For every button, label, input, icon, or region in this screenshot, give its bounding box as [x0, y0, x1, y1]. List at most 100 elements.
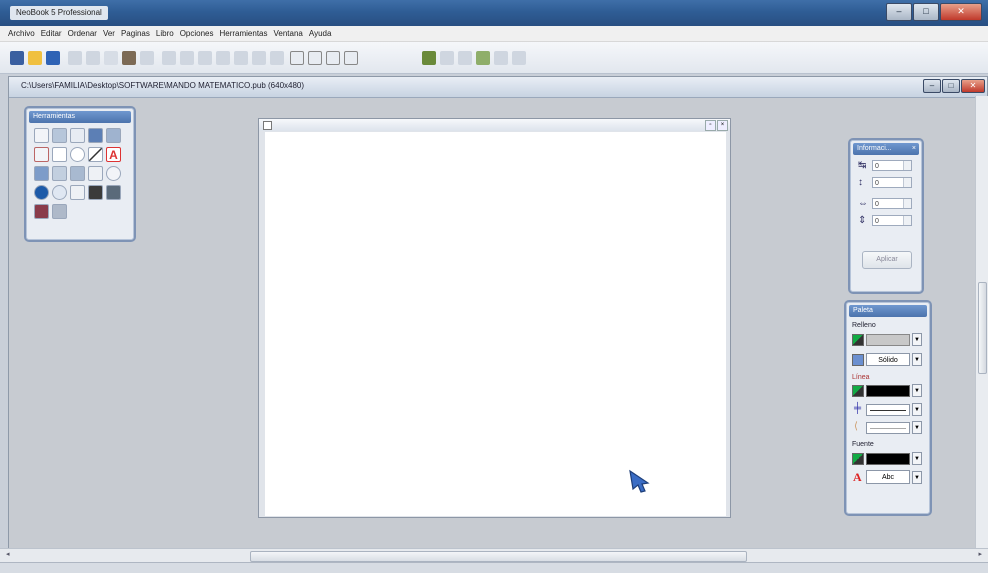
- fill-color-picker-icon[interactable]: [852, 334, 864, 346]
- send-back-icon[interactable]: [308, 51, 322, 65]
- rectangle-tool-icon[interactable]: [52, 147, 67, 162]
- top-field-spinner[interactable]: [903, 178, 911, 187]
- align-right-icon[interactable]: [198, 51, 212, 65]
- align-top-icon[interactable]: [216, 51, 230, 65]
- group-icon[interactable]: [326, 51, 340, 65]
- plugin-tool-icon[interactable]: [52, 204, 67, 219]
- media-tool-icon[interactable]: [88, 185, 103, 200]
- paste-icon[interactable]: [122, 51, 136, 65]
- menu-archivo[interactable]: Archivo: [8, 29, 35, 38]
- vertical-scrollbar-thumb[interactable]: [978, 282, 987, 374]
- edit-field-tool-icon[interactable]: [88, 166, 103, 181]
- left-field[interactable]: 0: [872, 160, 912, 171]
- table-tool-icon[interactable]: [70, 166, 85, 181]
- document-close-button[interactable]: ✕: [961, 79, 985, 93]
- menu-ordenar[interactable]: Ordenar: [68, 29, 97, 38]
- page-restore-button[interactable]: ▫: [705, 120, 716, 131]
- document-maximize-button[interactable]: □: [942, 79, 960, 93]
- font-sample-select[interactable]: Abc: [866, 470, 910, 484]
- undo-icon[interactable]: [68, 51, 82, 65]
- same-size-icon[interactable]: [270, 51, 284, 65]
- video-tool-icon[interactable]: [106, 185, 121, 200]
- radio-tool-icon[interactable]: [106, 166, 121, 181]
- menu-paginas[interactable]: Paginas: [121, 29, 150, 38]
- copy-icon[interactable]: [104, 51, 118, 65]
- maximize-button[interactable]: □: [913, 3, 939, 21]
- menu-opciones[interactable]: Opciones: [180, 29, 214, 38]
- fill-style-select[interactable]: Sólido: [866, 353, 910, 366]
- font-color-swatch[interactable]: [866, 453, 910, 465]
- save-icon[interactable]: [46, 51, 60, 65]
- text-tool-icon[interactable]: [52, 128, 67, 143]
- flash-tool-icon[interactable]: [34, 204, 49, 219]
- height-field-spinner[interactable]: [903, 216, 911, 225]
- vertical-scrollbar[interactable]: [975, 96, 988, 548]
- align-middle-icon[interactable]: [234, 51, 248, 65]
- fill-color-swatch[interactable]: [866, 334, 910, 346]
- menu-ventana[interactable]: Ventana: [274, 29, 303, 38]
- menu-herramientas[interactable]: Herramientas: [219, 29, 267, 38]
- polygon-tool-icon[interactable]: [34, 147, 49, 162]
- scroll-left-arrow-icon[interactable]: ◂: [6, 550, 10, 558]
- line-color-dropdown[interactable]: ▼: [912, 384, 922, 397]
- menu-editar[interactable]: Editar: [41, 29, 62, 38]
- font-dropdown[interactable]: ▼: [912, 471, 922, 484]
- run-icon[interactable]: [422, 51, 436, 65]
- left-field-spinner[interactable]: [903, 161, 911, 170]
- document-path: C:\Users\FAMILIA\Desktop\SOFTWARE\MANDO …: [21, 81, 305, 90]
- next-page-icon[interactable]: [494, 51, 508, 65]
- menu-ver[interactable]: Ver: [103, 29, 115, 38]
- previous-page-icon[interactable]: [458, 51, 472, 65]
- align-bottom-icon[interactable]: [252, 51, 266, 65]
- line-width-select[interactable]: [866, 404, 910, 416]
- checkbox-tool-icon[interactable]: [52, 166, 67, 181]
- align-center-icon[interactable]: [180, 51, 194, 65]
- horizontal-scrollbar-thumb[interactable]: [250, 551, 747, 562]
- menu-libro[interactable]: Libro: [156, 29, 174, 38]
- slider-tool-icon[interactable]: [70, 185, 85, 200]
- line-style-dropdown[interactable]: ▼: [912, 421, 922, 434]
- delete-icon[interactable]: [140, 51, 154, 65]
- document-minimize-button[interactable]: –: [923, 79, 941, 93]
- new-book-icon[interactable]: [10, 51, 24, 65]
- image-tool-icon[interactable]: [88, 128, 103, 143]
- fill-color-dropdown[interactable]: ▼: [912, 333, 922, 346]
- cut-icon[interactable]: [86, 51, 100, 65]
- ungroup-icon[interactable]: [344, 51, 358, 65]
- page-canvas[interactable]: [265, 132, 726, 516]
- last-page-icon[interactable]: [512, 51, 526, 65]
- ellipse-tool-icon[interactable]: [70, 147, 85, 162]
- line-color-swatch[interactable]: [866, 385, 910, 397]
- horizontal-scrollbar[interactable]: ◂ ▸: [0, 548, 988, 563]
- font-tool-icon[interactable]: A: [106, 147, 121, 162]
- apply-button[interactable]: Aplicar: [862, 251, 912, 269]
- line-color-picker-icon[interactable]: [852, 385, 864, 397]
- open-folder-icon[interactable]: [28, 51, 42, 65]
- width-field-spinner[interactable]: [903, 199, 911, 208]
- scroll-right-arrow-icon[interactable]: ▸: [978, 550, 982, 558]
- width-field[interactable]: 0: [872, 198, 912, 209]
- line-width-dropdown[interactable]: ▼: [912, 403, 922, 416]
- align-left-icon[interactable]: [162, 51, 176, 65]
- close-button[interactable]: ✕: [940, 3, 982, 21]
- line-tool-icon[interactable]: [88, 147, 103, 162]
- timer-tool-icon[interactable]: [52, 185, 67, 200]
- list-tool-icon[interactable]: [106, 128, 121, 143]
- page-close-button[interactable]: ×: [717, 120, 728, 131]
- first-page-icon[interactable]: [440, 51, 454, 65]
- bring-front-icon[interactable]: [290, 51, 304, 65]
- line-style-select[interactable]: [866, 422, 910, 434]
- height-field[interactable]: 0: [872, 215, 912, 226]
- textbox-tool-icon[interactable]: [70, 128, 85, 143]
- minimize-button[interactable]: –: [886, 3, 912, 21]
- fill-style-dropdown[interactable]: ▼: [912, 353, 922, 366]
- font-color-dropdown[interactable]: ▼: [912, 452, 922, 465]
- font-color-picker-icon[interactable]: [852, 453, 864, 465]
- page-list-icon[interactable]: [476, 51, 490, 65]
- select-tool-icon[interactable]: [34, 128, 49, 143]
- menu-ayuda[interactable]: Ayuda: [309, 29, 332, 38]
- top-field[interactable]: 0: [872, 177, 912, 188]
- button-tool-icon[interactable]: [34, 166, 49, 181]
- globe-tool-icon[interactable]: [34, 185, 49, 200]
- information-panel-close-icon[interactable]: ×: [912, 143, 916, 155]
